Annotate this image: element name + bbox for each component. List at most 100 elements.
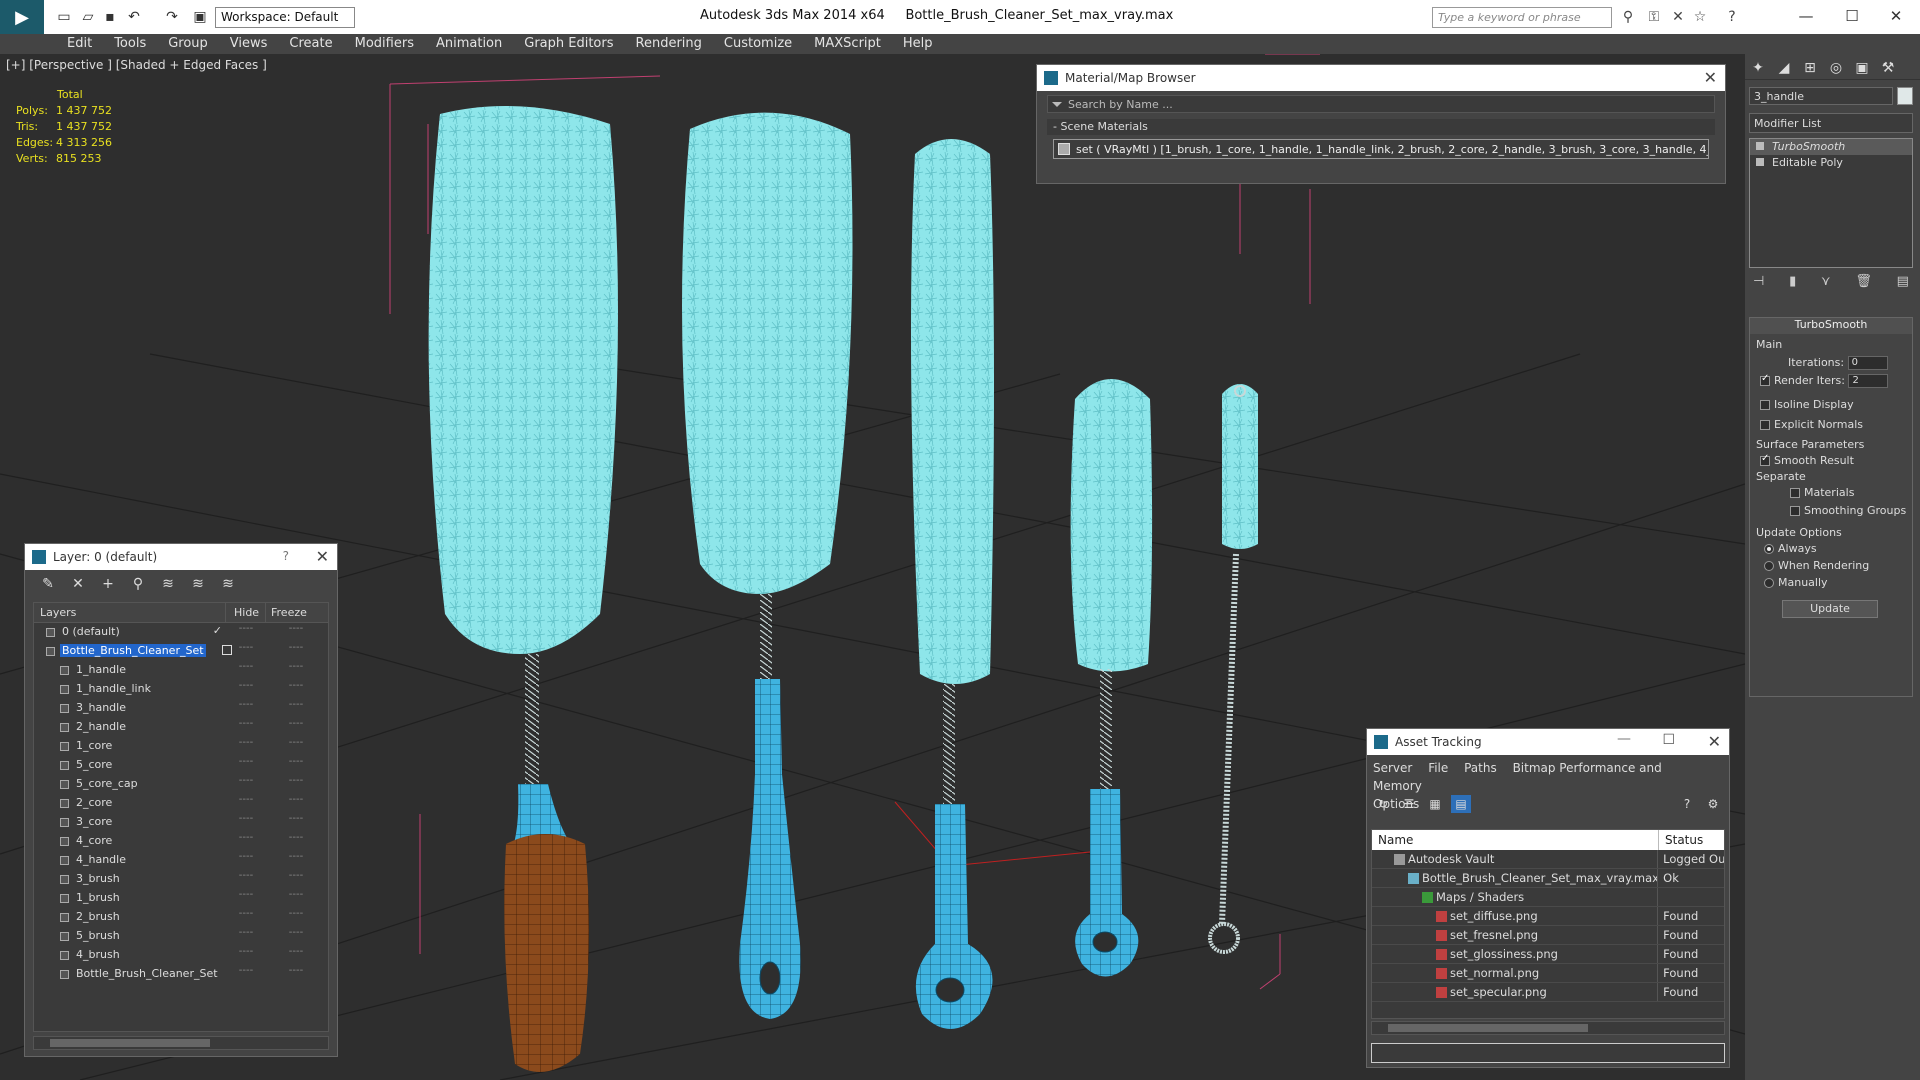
render-iters-checkbox[interactable] xyxy=(1760,373,1770,386)
layer-name-cell[interactable]: 5_brush xyxy=(34,927,226,946)
col-hide[interactable]: Hide xyxy=(226,603,266,622)
search-input[interactable]: Type a keyword or phrase xyxy=(1432,7,1612,28)
close-icon[interactable]: ✕ xyxy=(1704,68,1717,87)
freeze-cell[interactable]: ---- xyxy=(266,775,326,794)
asset-status-field[interactable] xyxy=(1371,1043,1725,1063)
asset-name-cell[interactable]: set_specular.png xyxy=(1372,983,1659,1001)
freeze-cell[interactable]: ---- xyxy=(266,642,326,661)
close-button[interactable]: ✕ xyxy=(1876,4,1916,28)
freeze-cell[interactable]: ---- xyxy=(266,832,326,851)
asset-menu-server[interactable]: Server xyxy=(1373,761,1412,775)
utilities-tab-icon[interactable]: ⚒ xyxy=(1875,58,1901,78)
hide-cell[interactable]: ---- xyxy=(226,680,266,699)
always-radio[interactable] xyxy=(1764,544,1774,554)
hide-cell[interactable]: ---- xyxy=(226,908,266,927)
favorites-star-icon[interactable]: ☆ xyxy=(1690,8,1710,26)
asset-row[interactable]: set_specular.png Found xyxy=(1372,983,1724,1002)
menu-customize[interactable]: Customize xyxy=(713,34,803,54)
freeze-cell[interactable]: ---- xyxy=(266,661,326,680)
asset-name-cell[interactable]: Maps / Shaders xyxy=(1372,888,1659,906)
pin-stack-icon[interactable]: ⊣ xyxy=(1753,274,1764,296)
scroll-thumb[interactable] xyxy=(50,1039,210,1047)
asset-menu-paths[interactable]: Paths xyxy=(1464,761,1497,775)
object-color-swatch[interactable] xyxy=(1897,87,1913,105)
freeze-cell[interactable]: ---- xyxy=(266,718,326,737)
asset-name-cell[interactable]: set_normal.png xyxy=(1372,964,1659,982)
help-icon[interactable]: ? xyxy=(1677,795,1697,813)
menu-help[interactable]: Help xyxy=(892,34,944,54)
asset-row[interactable]: set_glossiness.png Found xyxy=(1372,945,1724,964)
asset-menu-file[interactable]: File xyxy=(1428,761,1448,775)
layer-name-cell[interactable]: 1_brush xyxy=(34,889,226,908)
layer-name-cell[interactable]: Bottle_Brush_Cleaner_Set xyxy=(34,642,232,661)
rollout-title[interactable]: TurboSmooth xyxy=(1750,318,1912,334)
motion-tab-icon[interactable]: ◎ xyxy=(1823,58,1849,78)
layer-row[interactable]: Bottle_Brush_Cleaner_Set ---- ---- xyxy=(34,642,328,661)
asset-tracking-titlebar[interactable]: Asset Tracking — ☐ ✕ xyxy=(1367,729,1729,755)
workspace-dropdown[interactable]: Workspace: Default xyxy=(215,7,355,28)
freeze-cell[interactable]: ---- xyxy=(266,794,326,813)
project-folder-icon[interactable]: ▣ xyxy=(190,8,210,26)
menu-graph-editors[interactable]: Graph Editors xyxy=(513,34,624,54)
layer-name-cell[interactable]: 5_core_cap xyxy=(34,775,226,794)
new-file-icon[interactable]: ▭ xyxy=(54,8,74,26)
asset-name-cell[interactable]: set_diffuse.png xyxy=(1372,907,1659,925)
material-row[interactable]: set ( VRayMtl ) [1_brush, 1_core, 1_hand… xyxy=(1053,139,1709,159)
transform-gizmo[interactable] xyxy=(894,801,1121,867)
isoline-checkbox[interactable] xyxy=(1760,400,1770,410)
layer-row[interactable]: 5_brush ---- ---- xyxy=(34,927,328,946)
freeze-cell[interactable]: ---- xyxy=(266,965,326,984)
freeze-cell[interactable]: ---- xyxy=(266,889,326,908)
hide-cell[interactable]: ---- xyxy=(226,623,266,642)
remove-modifier-icon[interactable]: 🗑 xyxy=(1855,274,1872,296)
minimize-button[interactable]: — xyxy=(1786,4,1826,28)
layer-name-cell[interactable]: 3_brush xyxy=(34,870,226,889)
create-tab-icon[interactable]: ✦ xyxy=(1745,58,1771,78)
menu-views[interactable]: Views xyxy=(219,34,279,54)
menu-edit[interactable]: Edit xyxy=(56,34,103,54)
modify-tab-icon[interactable]: ◢ xyxy=(1771,58,1797,78)
layer-row[interactable]: 4_core ---- ---- xyxy=(34,832,328,851)
help-icon[interactable]: ? xyxy=(1722,8,1742,26)
layer-name-cell[interactable]: 4_brush xyxy=(34,946,226,965)
freeze-all-icon[interactable]: ≋ xyxy=(217,574,239,594)
smoothing-groups-checkbox[interactable] xyxy=(1790,506,1800,516)
layer-name-cell[interactable]: 4_core xyxy=(34,832,226,851)
layer-name-cell[interactable]: 1_handle xyxy=(34,661,226,680)
brush-1-model[interactable] xyxy=(428,106,618,1072)
layer-row[interactable]: 3_core ---- ---- xyxy=(34,813,328,832)
refresh-icon[interactable]: ↻ xyxy=(1373,795,1393,813)
hide-cell[interactable]: ---- xyxy=(226,813,266,832)
display-tab-icon[interactable]: ▣ xyxy=(1849,58,1875,78)
save-icon[interactable]: ▪ xyxy=(100,8,120,26)
scene-materials-section[interactable]: - Scene Materials xyxy=(1047,119,1715,135)
material-search-input[interactable]: Search by Name ... xyxy=(1047,95,1715,113)
current-layer-check-icon[interactable]: ✓ xyxy=(213,624,222,637)
subscription-icon[interactable]: ⚿ xyxy=(1644,8,1664,26)
hide-cell[interactable]: ---- xyxy=(226,965,266,984)
iterations-spinner[interactable]: 0 xyxy=(1847,356,1888,370)
freeze-cell[interactable]: ---- xyxy=(266,756,326,775)
select-objects-icon[interactable]: ⚲ xyxy=(127,574,149,594)
layer-row[interactable]: 1_brush ---- ---- xyxy=(34,889,328,908)
hide-cell[interactable]: ---- xyxy=(226,661,266,680)
maximize-button[interactable]: ☐ xyxy=(1662,732,1675,748)
communication-icon[interactable]: ✕ xyxy=(1668,8,1688,26)
plus-icon[interactable] xyxy=(1756,158,1764,166)
lightbulb-icon[interactable] xyxy=(1756,142,1764,150)
app-logo-icon[interactable]: ▶ xyxy=(0,0,44,34)
close-icon[interactable]: ✕ xyxy=(1708,732,1721,751)
brush-4-model[interactable] xyxy=(1070,379,1153,977)
show-end-result-icon[interactable]: ▮ xyxy=(1789,274,1796,296)
open-file-icon[interactable]: ▱ xyxy=(78,8,98,26)
layer-row[interactable]: 4_handle ---- ---- xyxy=(34,851,328,870)
brush-2-model[interactable] xyxy=(682,112,853,1019)
modifier-list-dropdown[interactable]: Modifier List xyxy=(1749,113,1913,133)
col-freeze[interactable]: Freeze xyxy=(266,603,326,622)
list-view-icon[interactable]: ☰ xyxy=(1399,795,1419,813)
layer-name-cell[interactable]: 2_handle xyxy=(34,718,226,737)
materials-checkbox[interactable] xyxy=(1790,488,1800,498)
asset-menu-bitmap[interactable]: Bitmap Performance and Memory xyxy=(1373,761,1662,793)
settings-icon[interactable]: ⚙ xyxy=(1703,795,1723,813)
menu-tools[interactable]: Tools xyxy=(103,34,157,54)
